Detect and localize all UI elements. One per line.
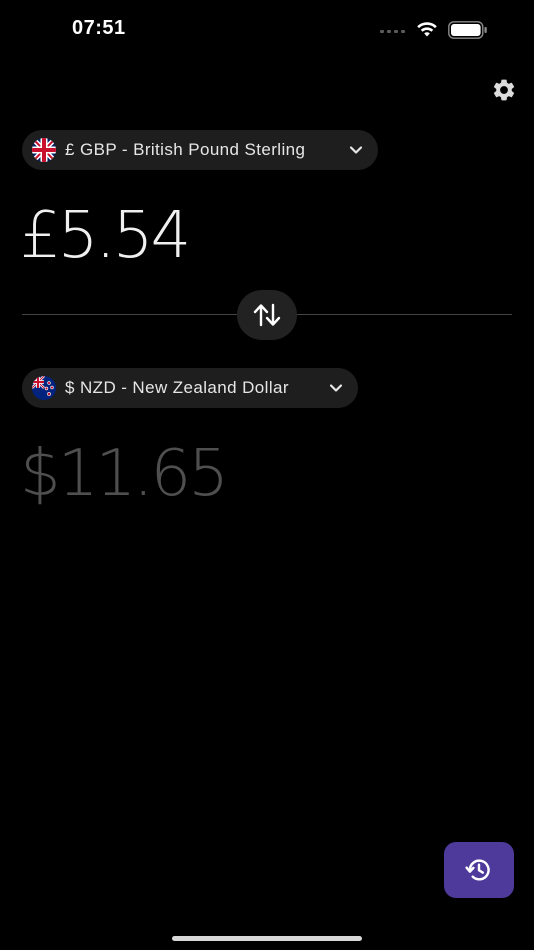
from-currency-label: £ GBP - British Pound Sterling — [65, 140, 306, 159]
chevron-down-icon — [329, 384, 343, 392]
history-icon — [465, 859, 490, 881]
gear-icon — [493, 79, 515, 101]
to-currency-label: $ NZD - New Zealand Dollar — [65, 378, 289, 397]
swap-button[interactable] — [237, 290, 297, 340]
settings-button[interactable] — [488, 74, 520, 106]
history-button[interactable] — [444, 842, 514, 898]
nz-flag-icon — [32, 376, 56, 400]
from-amount[interactable]: £5.54 — [20, 204, 191, 268]
signal-icon — [380, 30, 405, 33]
swap-arrows-icon — [253, 303, 281, 327]
converter-screen: 07:51 £ GBP - British Pound Sterling £5.… — [0, 0, 534, 950]
home-indicator[interactable] — [172, 936, 362, 941]
uk-flag-icon — [32, 138, 56, 162]
from-currency-selector[interactable]: £ GBP - British Pound Sterling — [22, 130, 378, 170]
status-time: 07:51 — [72, 17, 126, 39]
chevron-down-icon — [349, 146, 363, 154]
to-amount: $11.65 — [20, 437, 229, 511]
to-currency-selector[interactable]: $ NZD - New Zealand Dollar — [22, 368, 358, 408]
wifi-icon — [417, 22, 437, 37]
battery-icon — [448, 21, 487, 39]
